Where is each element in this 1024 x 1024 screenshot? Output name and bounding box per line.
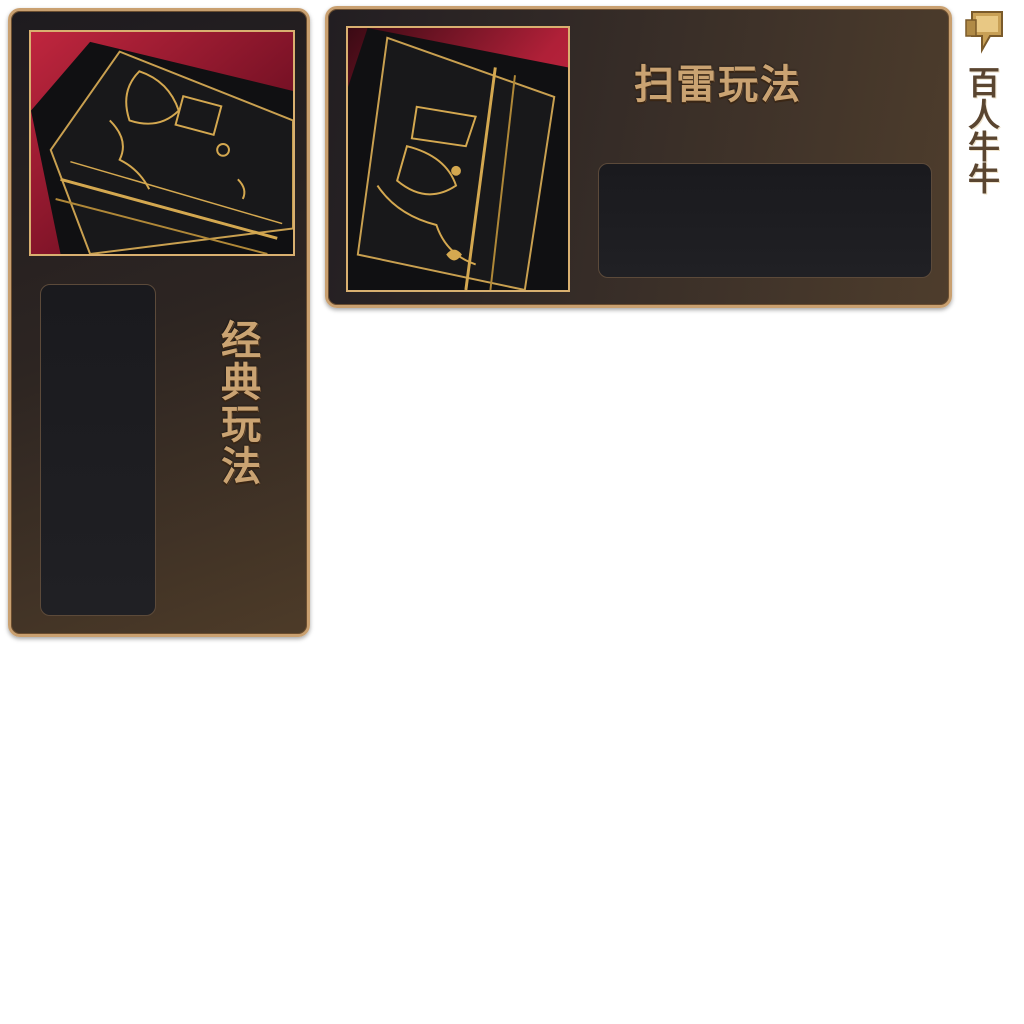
minesweeper-info-slot (598, 163, 932, 278)
minesweeper-mode-title: 扫雷玩法 (634, 62, 802, 108)
classic-mode-title: 经典玩法 (214, 319, 260, 487)
hundred-niuniu-tab[interactable]: 百人牛牛 (960, 6, 1016, 216)
minesweeper-mode-panel[interactable]: 扫雷玩法 (325, 6, 952, 308)
hundred-niuniu-label: 百人牛牛 (963, 66, 1001, 194)
classic-card-art (29, 30, 295, 256)
gold-flag-icon (965, 11, 1003, 54)
classic-info-slot (40, 284, 156, 616)
classic-mode-panel[interactable]: 经典玩法 (8, 8, 310, 637)
minesweeper-card-art (346, 26, 570, 292)
